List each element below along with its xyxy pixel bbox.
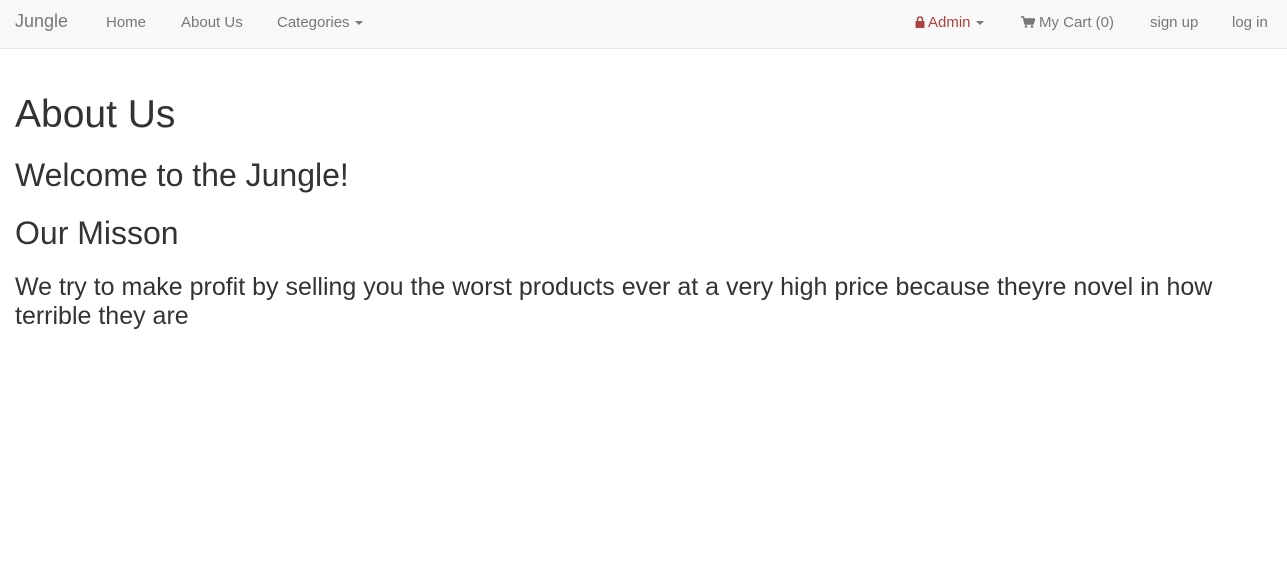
mission-heading: Our Misson: [15, 215, 179, 251]
nav-about-link[interactable]: About Us: [181, 14, 243, 31]
cart-label: My Cart (0): [1039, 14, 1114, 31]
mission-text: We try to make profit by selling you the…: [15, 273, 1213, 330]
nav-home-link[interactable]: Home: [106, 14, 146, 31]
signup-link[interactable]: sign up: [1150, 14, 1198, 31]
navbar: Jungle Home About Us Categories Admin My…: [0, 0, 1287, 49]
caret-down-icon: [975, 21, 984, 26]
lock-icon: [915, 15, 925, 32]
admin-label: Admin: [928, 14, 971, 31]
cart-link[interactable]: My Cart (0): [1021, 14, 1114, 32]
admin-dropdown[interactable]: Admin: [915, 14, 984, 32]
nav-categories-label: Categories: [277, 14, 350, 31]
page-title: About Us: [15, 93, 176, 136]
brand-link[interactable]: Jungle: [15, 11, 68, 32]
shopping-cart-icon: [1021, 15, 1036, 32]
caret-down-icon: [354, 21, 363, 26]
login-link[interactable]: log in: [1232, 14, 1268, 31]
welcome-heading: Welcome to the Jungle!: [15, 157, 349, 193]
nav-categories-dropdown[interactable]: Categories: [277, 14, 363, 31]
